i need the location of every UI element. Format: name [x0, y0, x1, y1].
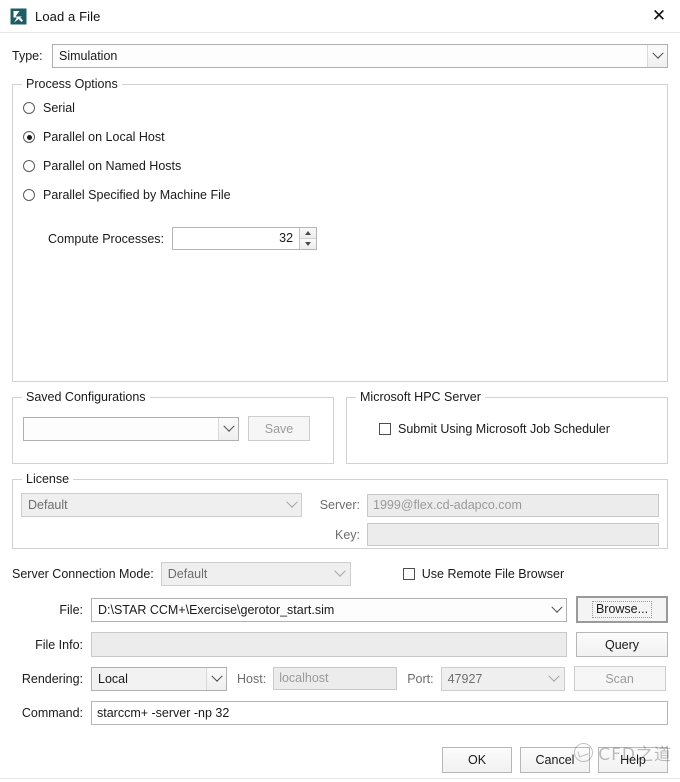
- radio-parallel-local-host-label: Parallel on Local Host: [43, 130, 165, 144]
- radio-parallel-local-host[interactable]: Parallel on Local Host: [23, 128, 667, 146]
- query-button-label: Query: [604, 637, 640, 652]
- file-combo-value: D:\STAR CCM+\Exercise\gerotor_start.sim: [98, 602, 335, 617]
- chevron-down-icon[interactable]: [647, 45, 667, 67]
- bottom-divider: [0, 778, 680, 779]
- rendering-combo[interactable]: Local: [91, 666, 227, 691]
- hpc-submit-label: Submit Using Microsoft Job Scheduler: [398, 422, 610, 436]
- command-row: Command: starccm+ -server -np 32: [12, 701, 668, 725]
- rendering-combo-value: Local: [98, 671, 128, 686]
- file-row: File: D:\STAR CCM+\Exercise\gerotor_star…: [12, 596, 668, 623]
- chevron-down-icon[interactable]: [206, 667, 226, 690]
- radio-serial-indicator[interactable]: [23, 102, 35, 114]
- license-combo[interactable]: Default: [21, 493, 302, 517]
- close-icon[interactable]: ✕: [648, 5, 670, 27]
- rendering-label: Rendering:: [21, 671, 83, 686]
- license-group: License Default Server: 1999@flex.cd-ada…: [12, 472, 668, 549]
- chevron-down-icon[interactable]: [282, 494, 301, 516]
- port-combo[interactable]: 47927: [440, 666, 565, 691]
- license-server-row: Default Server: 1999@flex.cd-adapco.com: [21, 493, 659, 517]
- radio-serial-label: Serial: [43, 101, 75, 115]
- license-key-label: Key:: [334, 527, 360, 542]
- cancel-button-label: Cancel: [535, 753, 575, 767]
- stepper-down-icon[interactable]: [300, 238, 317, 249]
- star-ccm-logo-icon: [10, 8, 27, 24]
- browse-button-label: Browse...: [591, 601, 653, 618]
- dialog-body: Type: Simulation Process Options Serial …: [0, 44, 680, 773]
- help-button-label: Help: [620, 753, 646, 767]
- radio-parallel-named-hosts-indicator[interactable]: [23, 160, 35, 172]
- hpc-submit-checkbox[interactable]: [379, 423, 391, 435]
- host-label: Host:: [237, 671, 267, 686]
- host-value: localhost: [279, 671, 329, 685]
- hpc-server-group: Microsoft HPC Server Submit Using Micros…: [346, 390, 668, 464]
- type-combo[interactable]: Simulation: [52, 44, 668, 68]
- command-value: starccm+ -server -np 32: [97, 705, 230, 720]
- license-key-row: Key:: [21, 523, 659, 546]
- license-title: License: [22, 472, 74, 486]
- help-button[interactable]: Help: [598, 747, 668, 773]
- window-title: Load a File: [35, 8, 101, 24]
- file-info-row: File Info: Query: [12, 632, 668, 657]
- license-key-field: [367, 523, 659, 546]
- cancel-button[interactable]: Cancel: [520, 747, 590, 773]
- save-button[interactable]: Save: [248, 416, 310, 441]
- server-connection-mode-label: Server Connection Mode:: [12, 567, 154, 581]
- compute-processes-value: 32: [279, 231, 294, 245]
- use-remote-file-browser-checkbox[interactable]: [402, 568, 415, 580]
- use-remote-file-browser-label: Use Remote File Browser: [421, 567, 565, 581]
- saved-configurations-title: Saved Configurations: [22, 390, 150, 404]
- footer-buttons: OK Cancel Help: [12, 747, 668, 773]
- type-label: Type:: [12, 49, 43, 63]
- license-server-label: Server:: [319, 498, 360, 512]
- license-combo-value: Default: [28, 498, 68, 512]
- hpc-server-title: Microsoft HPC Server: [356, 390, 485, 404]
- radio-parallel-machine-file-label: Parallel Specified by Machine File: [43, 188, 231, 202]
- radio-parallel-machine-file-indicator[interactable]: [23, 189, 35, 201]
- file-info-field: [91, 632, 567, 657]
- command-field[interactable]: starccm+ -server -np 32: [91, 701, 668, 725]
- compute-processes-stepper[interactable]: 32: [172, 227, 318, 250]
- server-connection-mode-row: Server Connection Mode: Default Use Remo…: [12, 562, 668, 586]
- port-label: Port:: [407, 671, 434, 686]
- stepper-up-icon[interactable]: [300, 228, 317, 238]
- query-button[interactable]: Query: [576, 632, 668, 657]
- radio-parallel-named-hosts-label: Parallel on Named Hosts: [43, 159, 182, 173]
- command-label: Command:: [21, 706, 83, 720]
- compute-processes-label: Compute Processes:: [48, 231, 165, 246]
- license-server-field: 1999@flex.cd-adapco.com: [367, 493, 659, 517]
- port-combo-value: 47927: [447, 671, 483, 686]
- process-options-title: Process Options: [22, 77, 122, 91]
- rendering-row: Rendering: Local Host: localhost Port: 4…: [12, 666, 668, 691]
- use-remote-file-browser-row[interactable]: Use Remote File Browser: [402, 567, 565, 581]
- browse-button[interactable]: Browse...: [576, 596, 668, 623]
- scan-button-label: Scan: [605, 671, 634, 686]
- chevron-down-icon[interactable]: [545, 668, 564, 690]
- radio-parallel-named-hosts[interactable]: Parallel on Named Hosts: [23, 157, 667, 175]
- radio-serial[interactable]: Serial: [23, 99, 667, 117]
- ok-button[interactable]: OK: [442, 747, 512, 773]
- chevron-down-icon[interactable]: [218, 417, 238, 440]
- save-button-label: Save: [264, 421, 294, 436]
- configs-hpc-row: Saved Configurations Save Microsoft HPC …: [12, 390, 668, 464]
- radio-parallel-local-host-indicator[interactable]: [23, 131, 35, 143]
- server-connection-mode-combo[interactable]: Default: [160, 562, 351, 586]
- server-connection-mode-value: Default: [167, 567, 208, 581]
- file-label: File:: [59, 602, 83, 617]
- type-row: Type: Simulation: [12, 44, 668, 68]
- chevron-down-icon[interactable]: [331, 563, 350, 585]
- file-combo[interactable]: D:\STAR CCM+\Exercise\gerotor_start.sim: [91, 597, 567, 622]
- process-options-group: Process Options Serial Parallel on Local…: [12, 77, 668, 382]
- type-combo-value: Simulation: [59, 49, 118, 63]
- saved-configurations-group: Saved Configurations Save: [12, 390, 334, 464]
- compute-processes-row: Compute Processes: 32: [23, 227, 667, 250]
- title-bar: Load a File ✕: [0, 0, 680, 33]
- license-server-value: 1999@flex.cd-adapco.com: [373, 497, 522, 512]
- scan-button[interactable]: Scan: [573, 666, 666, 691]
- host-field: localhost: [273, 667, 398, 690]
- file-info-label: File Info:: [35, 637, 83, 652]
- chevron-down-icon[interactable]: [547, 599, 566, 621]
- ok-button-label: OK: [467, 753, 487, 767]
- saved-configurations-combo[interactable]: [23, 416, 239, 441]
- radio-parallel-machine-file[interactable]: Parallel Specified by Machine File: [23, 186, 667, 204]
